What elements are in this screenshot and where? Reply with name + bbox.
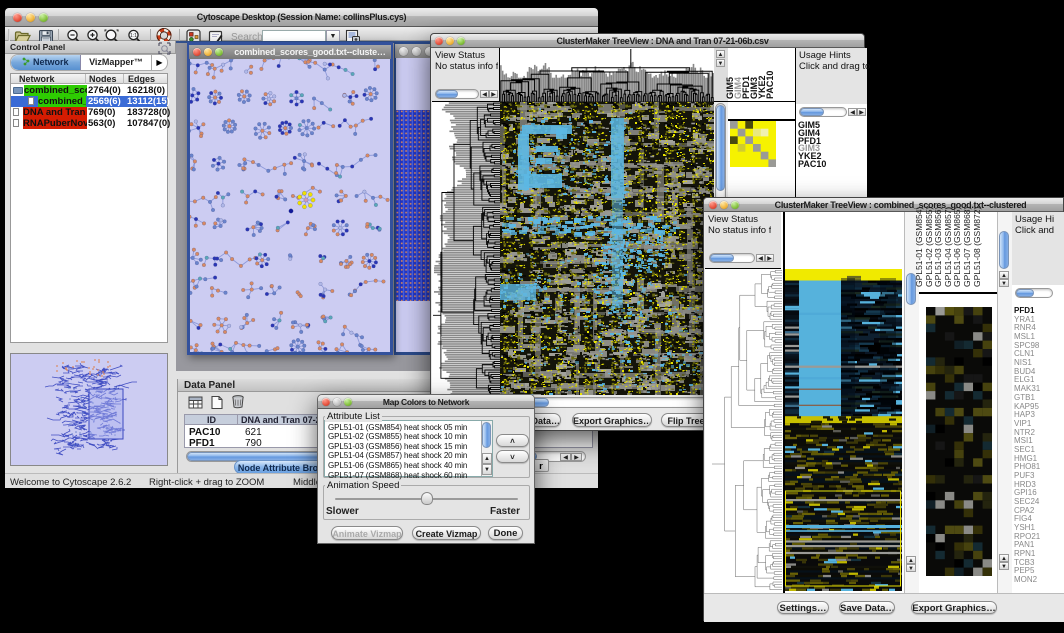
svg-text:1:1: 1:1 xyxy=(130,33,137,39)
